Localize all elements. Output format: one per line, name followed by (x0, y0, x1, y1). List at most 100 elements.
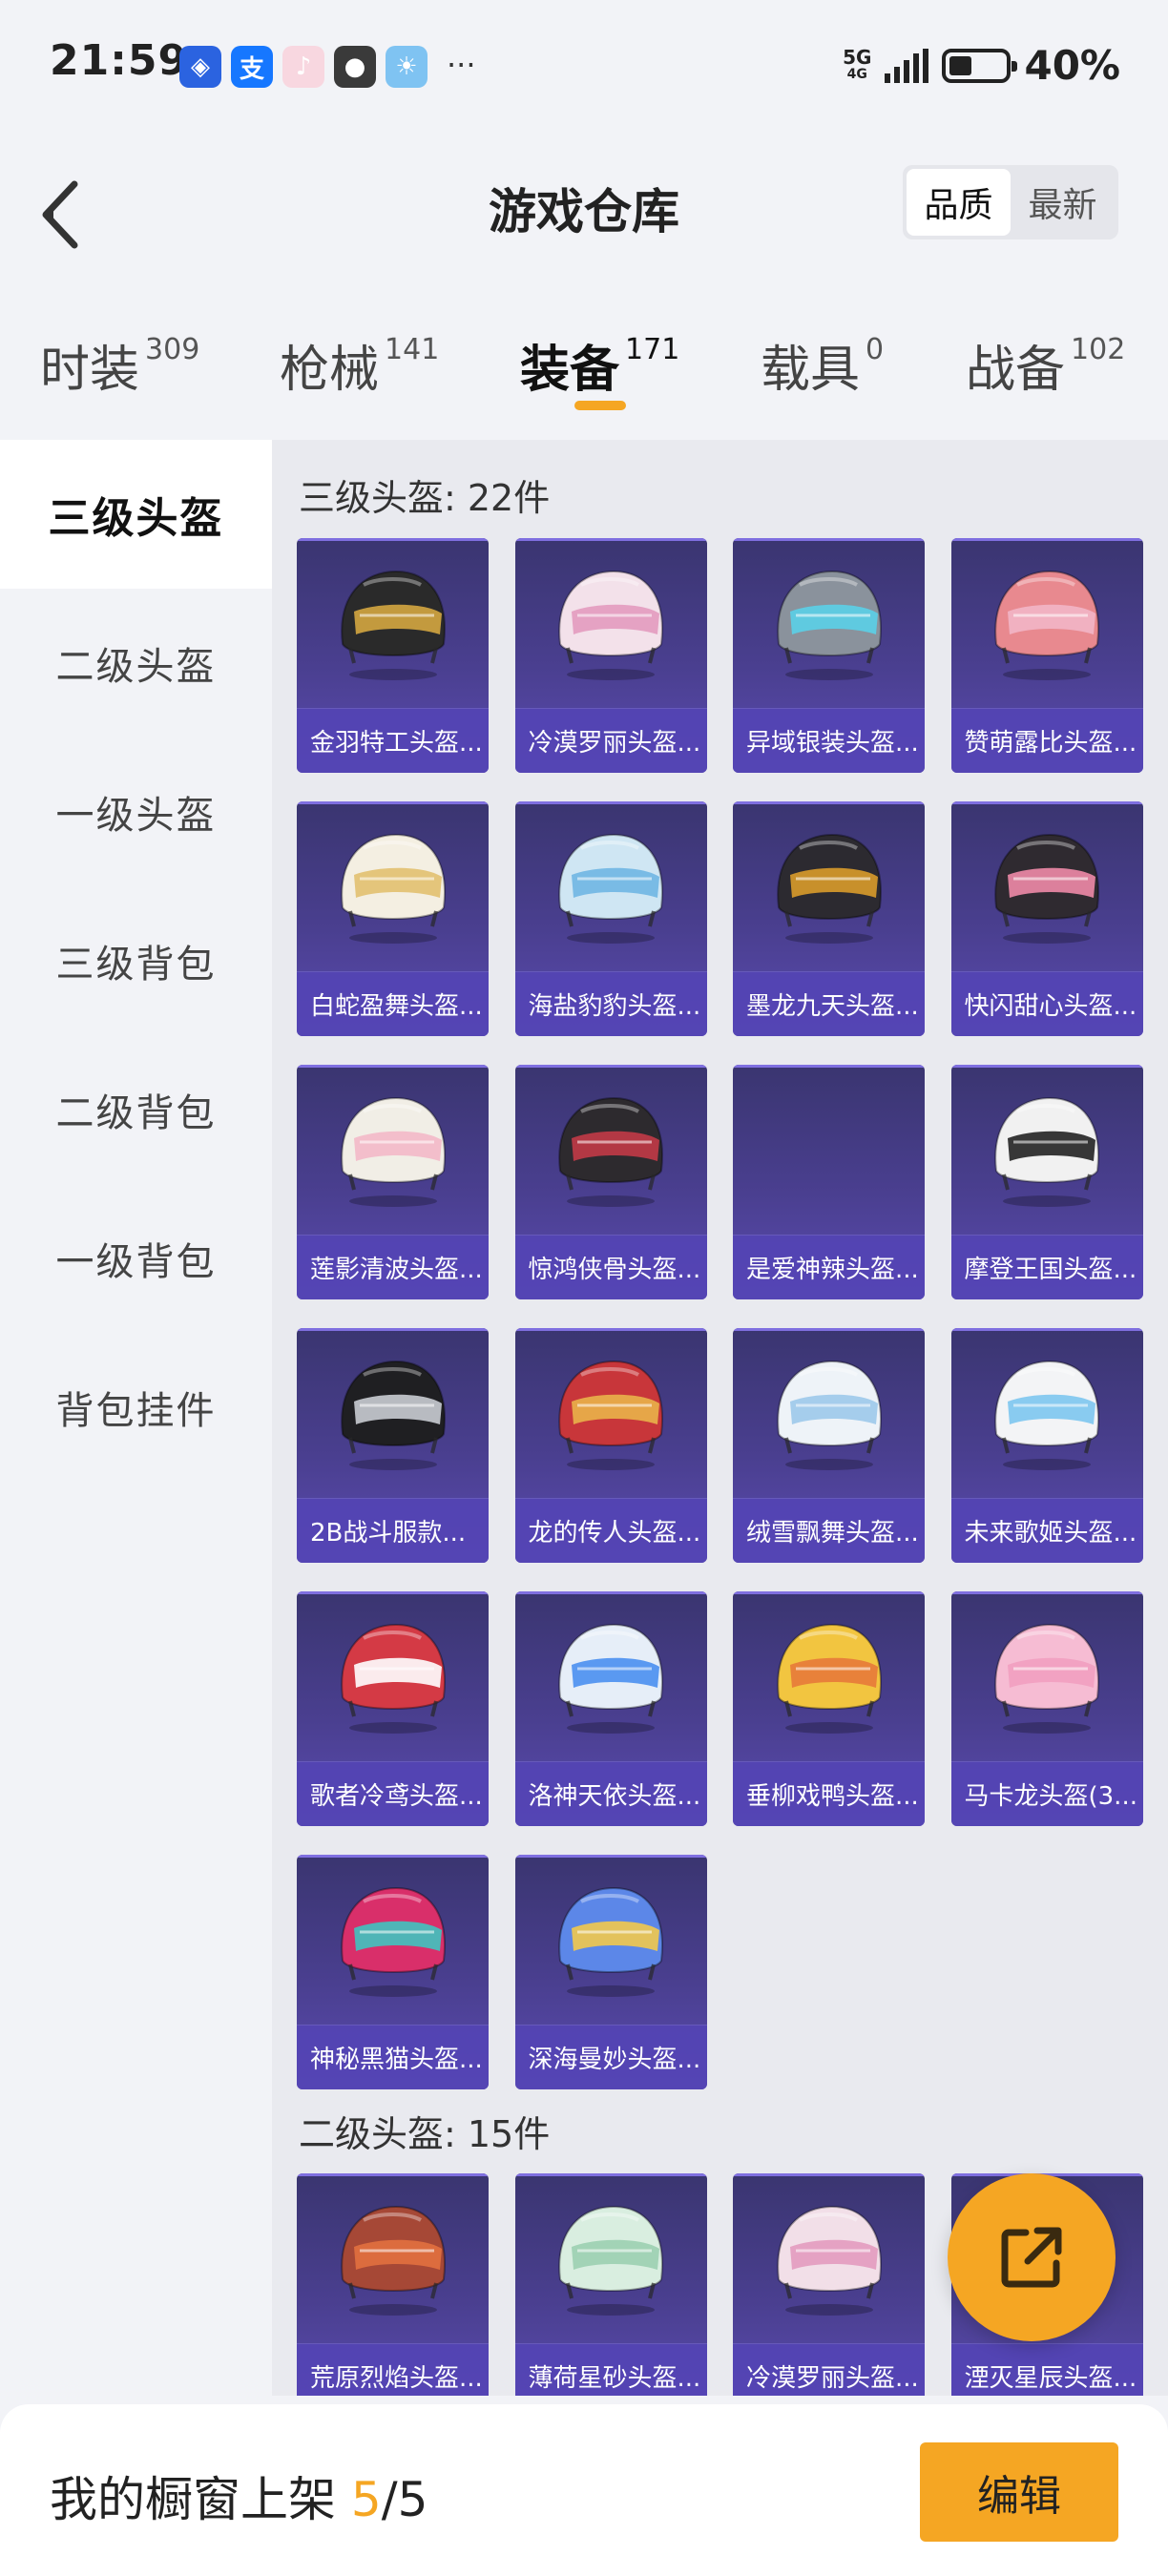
tab-battle-prep[interactable]: 战备 102 (966, 329, 1125, 401)
sidebar: 三级头盔 二级头盔 一级头盔 三级背包 二级背包 一级背包 背包挂件 (0, 440, 272, 2396)
item-name: 垂柳戏鸭头盔... (733, 1761, 925, 1826)
item-name: 惊鸿侠骨头盔... (514, 1235, 707, 1299)
item-card[interactable]: 冷漠罗丽头盔... (514, 538, 707, 773)
sidebar-item-level3-helmet[interactable]: 三级头盔 (0, 440, 272, 589)
status-right: 5G 4G 40% (843, 42, 1120, 89)
item-image (515, 1855, 707, 2025)
tab-vehicles[interactable]: 载具 0 (761, 329, 884, 401)
sidebar-item-level3-backpack[interactable]: 三级背包 (0, 886, 272, 1035)
item-card[interactable]: 歌者冷鸢头盔... (297, 1591, 489, 1826)
item-card[interactable]: 神秘黑猫头盔... (297, 1855, 489, 2089)
sidebar-item-level2-backpack[interactable]: 二级背包 (0, 1035, 272, 1184)
sort-toggle: 品质 最新 (903, 165, 1118, 239)
item-list: 三级头盔: 22件 金羽特工头盔... 冷漠罗丽头盔... 异域银装头盔... 赞萌露… (272, 440, 1168, 2396)
sort-option-latest[interactable]: 最新 (1011, 169, 1115, 236)
helmet-icon (994, 1096, 1099, 1207)
item-name: 白蛇盈舞头盔... (297, 971, 489, 1036)
item-name: 薄荷星砂头盔... (514, 2343, 707, 2396)
item-name: 2B战斗服款... (297, 1498, 489, 1563)
item-name: 荒原烈焰头盔... (297, 2343, 489, 2396)
helmet-icon (558, 833, 663, 944)
item-card[interactable]: 洛神天依头盔... (514, 1591, 707, 1826)
item-card[interactable]: 赞萌露比头盔... (950, 538, 1143, 773)
helmet-icon (340, 2205, 446, 2316)
section-title: 三级头盔: 22件 (299, 477, 551, 519)
network-indicator: 5G 4G (843, 45, 872, 82)
helmet-icon (558, 570, 663, 680)
item-card[interactable]: 摩登王国头盔... (950, 1065, 1143, 1299)
item-name: 海盐豹豹头盔... (514, 971, 707, 1036)
item-image (733, 1328, 925, 1498)
item-card[interactable]: 快闪甜心头盔... (950, 801, 1143, 1036)
helmet-icon (340, 1886, 446, 1997)
item-image (515, 1591, 707, 1761)
share-button[interactable] (948, 2173, 1116, 2341)
item-card[interactable]: 惊鸿侠骨头盔... (514, 1065, 707, 1299)
music-icon: ♪ (282, 46, 324, 88)
item-name: 绒雪飘舞头盔... (733, 1498, 925, 1563)
item-image (297, 1591, 489, 1761)
item-card[interactable]: 未来歌姬头盔... (950, 1328, 1143, 1563)
item-card[interactable]: 金羽特工头盔... (297, 538, 489, 773)
item-image (951, 1065, 1143, 1235)
helmet-icon (558, 1886, 663, 1997)
item-card[interactable]: 冷漠罗丽头盔... (733, 2173, 925, 2396)
tab-fashion[interactable]: 时装 309 (40, 329, 199, 401)
item-card[interactable]: 薄荷星砂头盔... (514, 2173, 707, 2396)
helmet-icon (340, 833, 446, 944)
header: 游戏仓库 品质 最新 (0, 114, 1168, 291)
alipay-icon: 支 (231, 46, 273, 88)
item-name: 异域银装头盔... (733, 708, 925, 773)
item-image (733, 1065, 925, 1235)
tab-equipment[interactable]: 装备 171 (520, 329, 679, 401)
sidebar-item-level2-helmet[interactable]: 二级头盔 (0, 589, 272, 737)
edit-button[interactable]: 编辑 (920, 2442, 1118, 2542)
item-name: 深海曼妙头盔... (514, 2025, 707, 2089)
item-card[interactable]: 莲影清波头盔... (297, 1065, 489, 1299)
item-name: 冷漠罗丽头盔... (733, 2343, 925, 2396)
showcase-total-count: 5 (397, 2472, 428, 2527)
status-time: 21:59 (50, 36, 189, 85)
item-name: 莲影清波头盔... (297, 1235, 489, 1299)
sort-option-quality[interactable]: 品质 (907, 169, 1011, 236)
item-image (733, 2173, 925, 2343)
item-image (297, 2173, 489, 2343)
item-image (515, 1065, 707, 1235)
helmet-icon (776, 833, 882, 944)
item-card[interactable]: 2B战斗服款... (297, 1328, 489, 1563)
sidebar-item-level1-helmet[interactable]: 一级头盔 (0, 737, 272, 886)
sidebar-item-level1-backpack[interactable]: 一级背包 (0, 1184, 272, 1333)
item-card[interactable]: 深海曼妙头盔... (514, 1855, 707, 2089)
item-name: 是爱神辣头盔... (733, 1235, 925, 1299)
item-card[interactable]: 白蛇盈舞头盔... (297, 801, 489, 1036)
helmet-icon (994, 570, 1099, 680)
item-image (297, 1855, 489, 2025)
item-name: 歌者冷鸢头盔... (297, 1761, 489, 1826)
item-card[interactable]: 异域银装头盔... (733, 538, 925, 773)
item-image (733, 801, 925, 971)
item-name: 洛神天依头盔... (514, 1761, 707, 1826)
item-card[interactable]: 墨龙九天头盔... (733, 801, 925, 1036)
showcase-current-count: 5 (350, 2472, 382, 2527)
wechat-icon: ● (334, 46, 376, 88)
item-image (515, 801, 707, 971)
item-name: 摩登王国头盔... (950, 1235, 1143, 1299)
tab-guns[interactable]: 枪械 141 (280, 329, 439, 401)
item-card[interactable]: 垂柳戏鸭头盔... (733, 1591, 925, 1826)
helmet-icon (776, 1360, 882, 1470)
item-card[interactable]: 龙的传人头盔... (514, 1328, 707, 1563)
item-card[interactable]: 海盐豹豹头盔... (514, 801, 707, 1036)
helmet-icon (558, 2205, 663, 2316)
item-card[interactable]: 是爱神辣头盔... (733, 1065, 925, 1299)
item-card[interactable]: 绒雪飘舞头盔... (733, 1328, 925, 1563)
item-card[interactable]: 荒原烈焰头盔... (297, 2173, 489, 2396)
item-name: 冷漠罗丽头盔... (514, 708, 707, 773)
item-name: 金羽特工头盔... (297, 708, 489, 773)
sidebar-item-backpack-pendant[interactable]: 背包挂件 (0, 1333, 272, 1482)
active-tab-indicator (574, 401, 626, 410)
item-card[interactable]: 马卡龙头盔(3... (950, 1591, 1143, 1826)
app-cube-icon: ◈ (179, 46, 221, 88)
helmet-icon (340, 1623, 446, 1734)
signal-icon (885, 48, 929, 83)
showcase-status: 我的橱窗上架 5/5 (50, 2472, 428, 2527)
